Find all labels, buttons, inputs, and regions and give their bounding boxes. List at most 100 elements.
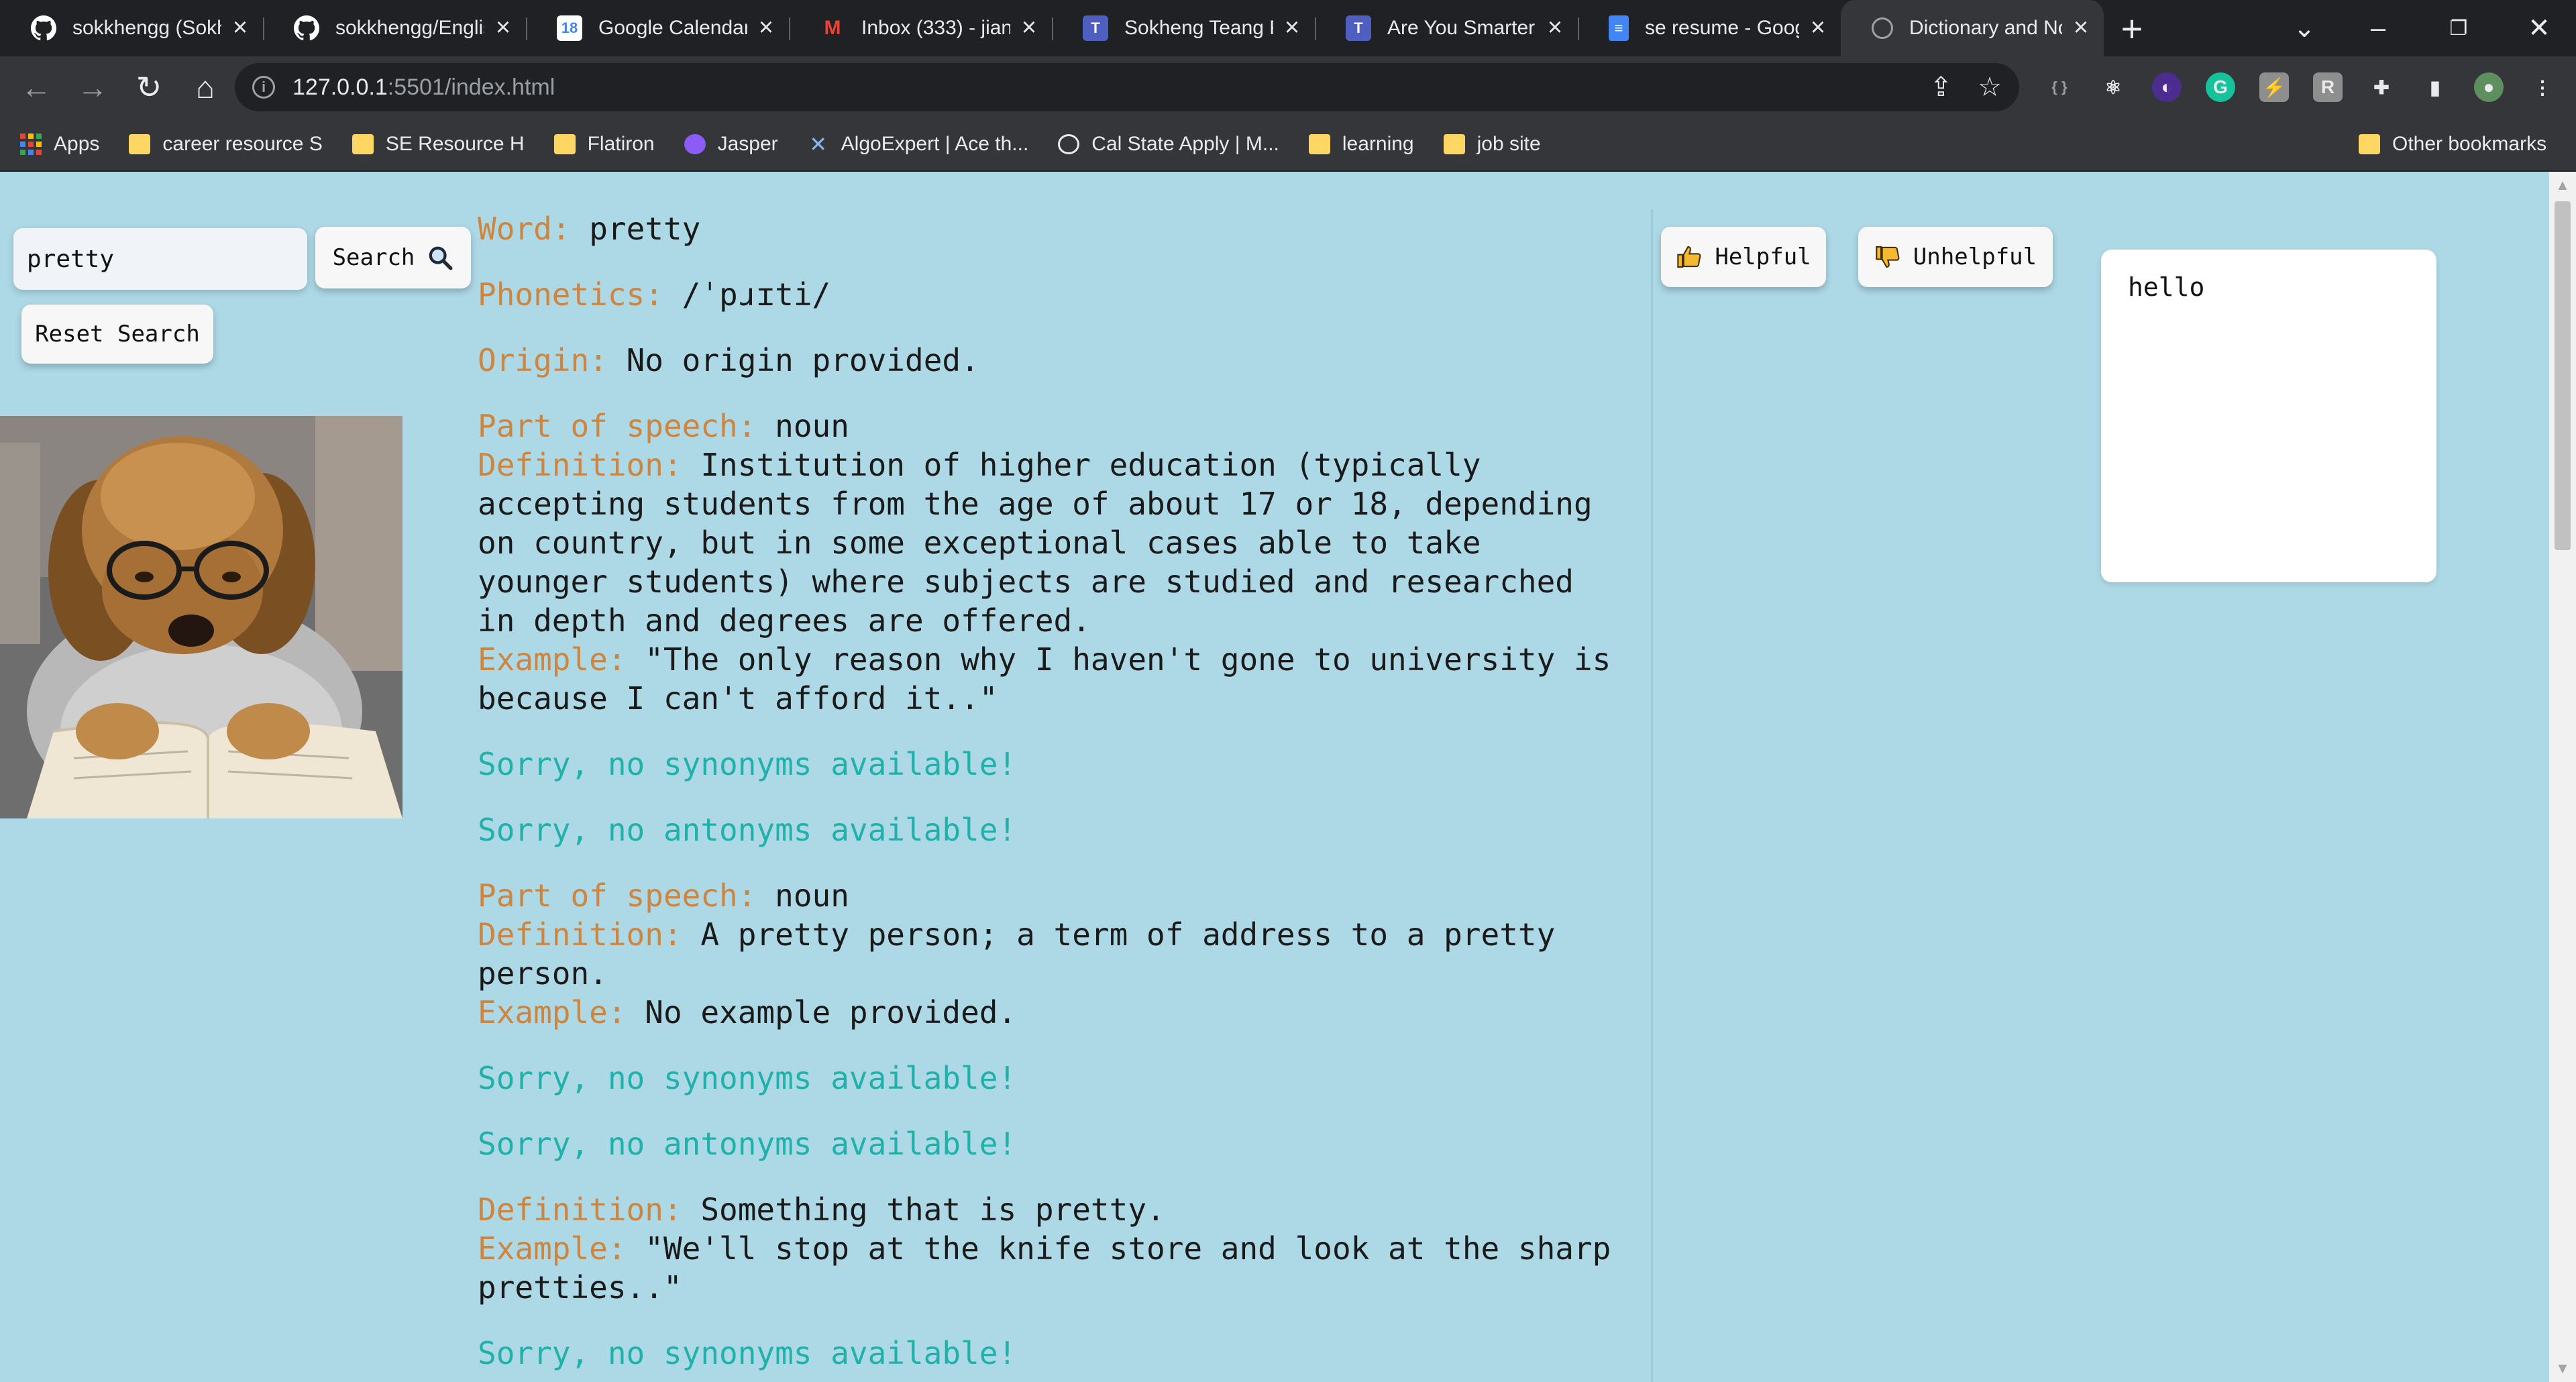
bookmark-label: Apps [54, 133, 100, 155]
new-tab-button[interactable]: + [2104, 0, 2160, 56]
scroll-down-arrow-icon[interactable]: ▼ [2549, 1355, 2576, 1382]
no-antonyms-message: Sorry, no antonyms available! [478, 812, 1017, 848]
bookmark-se-resource[interactable]: SE Resource H [352, 133, 525, 156]
definition-text: younger students) where subjects are stu… [478, 564, 1574, 600]
extension-icon[interactable]: ⚡ [2259, 72, 2289, 102]
helpful-button[interactable]: Helpful [1661, 227, 1826, 287]
scroll-up-arrow-icon[interactable]: ▲ [2549, 172, 2576, 199]
example-text: No example provided. [645, 994, 1017, 1030]
folder-icon [352, 134, 374, 154]
bookmark-star-icon[interactable]: ☆ [1978, 72, 2002, 103]
word-value: pretty [589, 211, 701, 247]
tab-title: se resume - Goog [1645, 17, 1799, 39]
close-icon[interactable]: × [229, 15, 251, 40]
search-button[interactable]: Search [315, 227, 471, 288]
tab-search-chevron-icon[interactable]: ⌄ [2267, 0, 2341, 56]
part-of-speech-label: Part of speech: [478, 408, 757, 444]
docs-icon: ≡ [1609, 15, 1629, 41]
definition-line: Definition: Institution of higher educat… [478, 445, 1651, 484]
definition-label: Definition: [478, 447, 682, 483]
scroll-thumb[interactable] [2555, 201, 2571, 550]
browser-toolbar: ← → ↻ ⌂ i 127.0.0.1:5501/index.html ⇪ ☆ … [0, 56, 2576, 118]
close-icon[interactable]: × [1281, 15, 1303, 40]
minimize-button[interactable]: – [2341, 0, 2415, 56]
close-icon[interactable]: × [2070, 15, 2092, 40]
tab-github-repo[interactable]: sokkhengg/English × [263, 0, 526, 56]
example-label: Example: [478, 994, 627, 1030]
avatar[interactable]: ● [2474, 72, 2504, 102]
definition-text: on country, but in some exceptional case… [478, 525, 1481, 561]
back-button[interactable]: ← [8, 59, 64, 115]
bookmark-label: career resource S [162, 133, 323, 155]
phonetics-line: Phonetics: /ˈpɹɪti/ [478, 275, 1651, 314]
notes-box[interactable]: hello [2101, 250, 2436, 582]
example-text: "The only reason why I haven't gone to u… [645, 641, 1611, 678]
puzzle-icon[interactable]: ✚ [2367, 72, 2396, 102]
tab-github-profile[interactable]: sokkhengg (Sokheng × [0, 0, 263, 56]
menu-icon[interactable]: ⋮ [2528, 72, 2557, 102]
side-panel-icon[interactable]: ▮ [2420, 72, 2450, 102]
tab-teams-sokheng[interactable]: T Sokheng Teang P × [1052, 0, 1315, 56]
forward-button[interactable]: → [64, 59, 121, 115]
globe-icon [1058, 134, 1080, 154]
close-icon[interactable]: × [1807, 15, 1829, 40]
phonetics-label: Phonetics: [478, 276, 663, 313]
definition-line: Definition: A pretty person; a term of a… [478, 915, 1651, 954]
bookmarks-bar: Apps career resource S SE Resource H Fla… [0, 118, 2576, 172]
folder-icon [553, 134, 576, 154]
unhelpful-button[interactable]: Unhelpful [1858, 227, 2053, 287]
meaning-block: Part of speech: noun Definition: Institu… [478, 407, 1651, 718]
other-bookmarks-label: Other bookmarks [2392, 133, 2547, 155]
tab-gmail[interactable]: M Inbox (333) - jiang × [789, 0, 1052, 56]
reload-button[interactable]: ↻ [121, 59, 177, 115]
close-icon[interactable]: × [492, 15, 514, 40]
search-button-label: Search [332, 244, 415, 271]
close-icon[interactable]: × [1018, 15, 1040, 40]
bookmark-label: learning [1342, 133, 1414, 155]
algoexpert-icon: ✕ [809, 132, 828, 156]
bookmark-cal-state-apply[interactable]: Cal State Apply | M... [1058, 133, 1279, 156]
folder-icon [129, 134, 151, 154]
tab-dictionary[interactable]: Dictionary and No × [1841, 0, 2104, 56]
search-icon [429, 246, 453, 270]
bookmark-job-site[interactable]: job site [1443, 133, 1541, 156]
restore-button[interactable]: ❐ [2422, 0, 2496, 56]
apps-grid-icon [20, 134, 42, 155]
tab-title: Are You Smarter T [1387, 17, 1536, 39]
bookmark-apps[interactable]: Apps [20, 133, 99, 156]
bookmark-flatiron[interactable]: Flatiron [553, 133, 655, 156]
folder-icon [2359, 134, 2380, 154]
grammarly-icon[interactable]: G [2206, 72, 2235, 102]
definition-line: Definition: Something that is pretty. [478, 1190, 1651, 1229]
react-devtools-icon[interactable]: ⚛ [2098, 72, 2128, 102]
example-text: "We'll stop at the knife store and look … [645, 1230, 1611, 1267]
bookmark-learning[interactable]: learning [1308, 133, 1414, 156]
bookmark-algoexpert[interactable]: ✕ AlgoExpert | Ace th... [808, 132, 1028, 156]
other-bookmarks[interactable]: Other bookmarks [2359, 133, 2546, 156]
close-icon[interactable]: × [1544, 15, 1566, 40]
close-icon[interactable]: × [755, 15, 777, 40]
site-info-icon[interactable]: i [252, 76, 275, 99]
reset-search-button[interactable]: Reset Search [21, 305, 213, 364]
tab-title: sokkhengg (Sokheng [72, 17, 221, 39]
bookmark-jasper[interactable]: Jasper [684, 133, 778, 156]
search-input[interactable] [13, 228, 307, 290]
jasper-icon [684, 134, 706, 154]
close-window-button[interactable]: ✕ [2502, 0, 2576, 56]
tab-title: Google Calendar [598, 17, 747, 39]
folder-icon [1308, 134, 1330, 154]
bookmark-label: SE Resource H [385, 133, 525, 155]
word-line: Word: pretty [478, 209, 1651, 248]
github-icon [31, 15, 56, 41]
tab-google-docs[interactable]: ≡ se resume - Goog × [1578, 0, 1841, 56]
address-bar[interactable]: i 127.0.0.1:5501/index.html ⇪ ☆ [235, 63, 2019, 111]
extension-r-icon[interactable]: R [2313, 72, 2343, 102]
colorful-extension-icon[interactable]: ◐ [2152, 72, 2182, 102]
home-button[interactable]: ⌂ [177, 59, 233, 115]
tab-google-calendar[interactable]: 18 Google Calendar × [526, 0, 789, 56]
bookmark-career-resource[interactable]: career resource S [129, 133, 323, 156]
page-scrollbar[interactable]: ▲ ▼ [2549, 172, 2576, 1382]
share-icon[interactable]: ⇪ [1930, 72, 1953, 103]
extension-bracket-icon[interactable]: { } [2045, 72, 2074, 102]
tab-teams-smarter[interactable]: T Are You Smarter T × [1315, 0, 1578, 56]
